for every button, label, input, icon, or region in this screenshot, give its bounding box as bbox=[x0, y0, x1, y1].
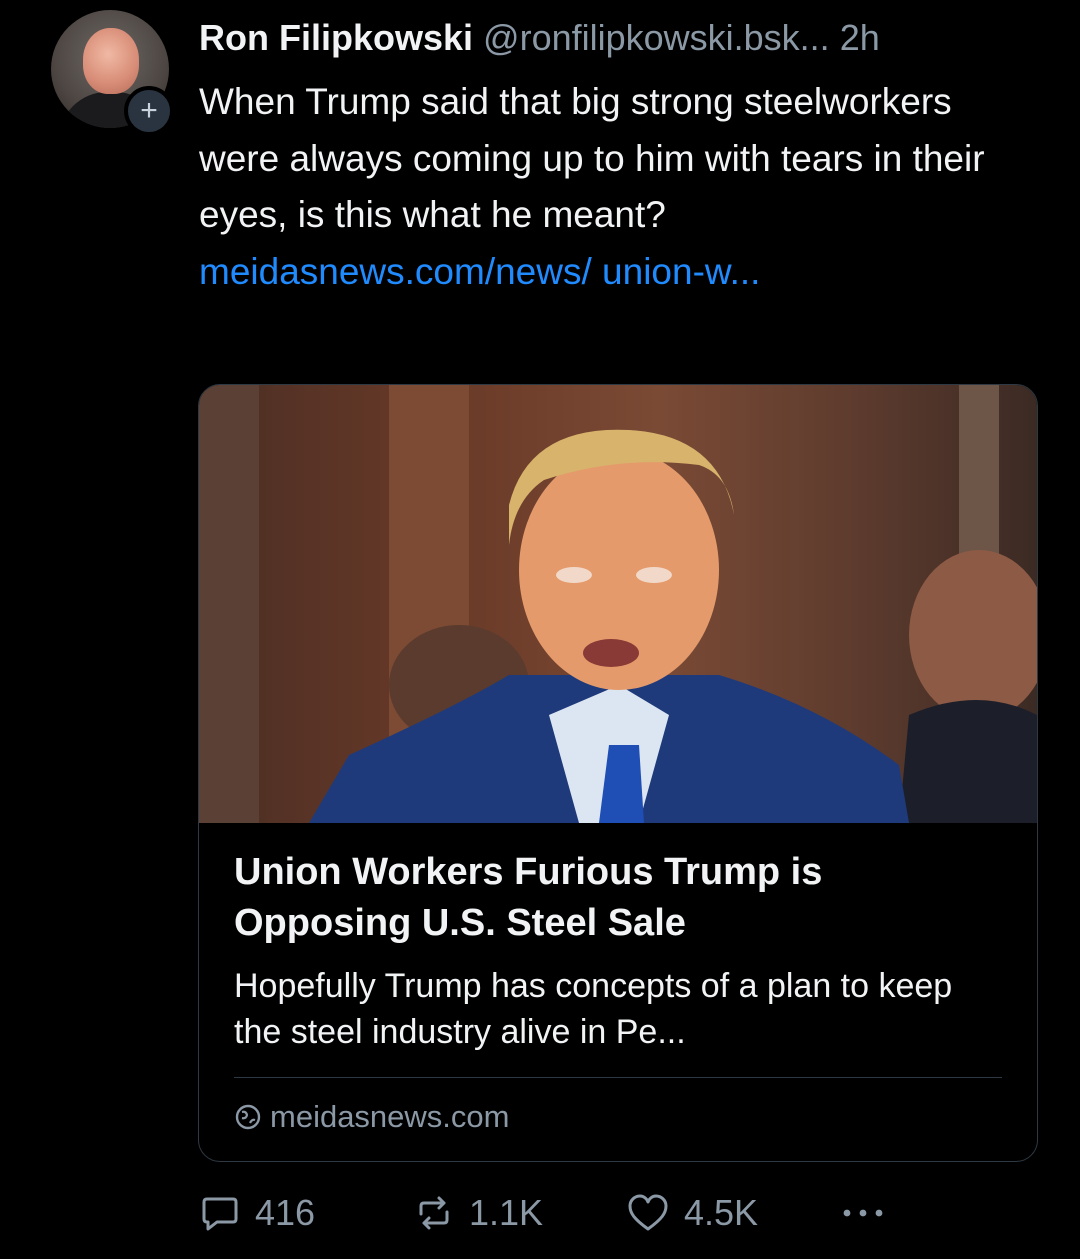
article-photo-illustration bbox=[199, 385, 1037, 823]
follow-button[interactable]: + bbox=[124, 86, 174, 136]
card-description: Hopefully Trump has concepts of a plan t… bbox=[234, 967, 953, 1051]
repost-icon bbox=[419, 1196, 449, 1230]
post-header: Ron Filipkowski @ronfilipkowski.bsk... 2… bbox=[199, 16, 1049, 60]
card-divider bbox=[234, 1077, 1002, 1078]
reply-button[interactable]: 416 bbox=[199, 1192, 315, 1234]
more-options-icon bbox=[843, 1209, 883, 1217]
plus-icon: + bbox=[140, 94, 158, 127]
like-count: 4.5K bbox=[684, 1192, 759, 1233]
author-display-name[interactable]: Ron Filipkowski bbox=[199, 17, 473, 58]
article-photo bbox=[199, 385, 1037, 823]
link-card[interactable]: Union Workers Furious Trump is Opposing … bbox=[198, 384, 1038, 1162]
card-title[interactable]: Union Workers Furious Trump is Opposing … bbox=[234, 847, 1004, 949]
card-domain-text: meidasnews.com bbox=[270, 1099, 510, 1134]
post-text: When Trump said that big strong steelwor… bbox=[199, 81, 985, 235]
post-link[interactable]: meidasnews.com/news/ union-w... bbox=[199, 251, 760, 292]
repost-button[interactable]: 1.1K bbox=[413, 1192, 543, 1234]
post-body: When Trump said that big strong steelwor… bbox=[199, 74, 1034, 300]
card-domain[interactable]: meidasnews.com bbox=[234, 1097, 509, 1137]
post-timestamp[interactable]: 2h bbox=[840, 17, 880, 58]
author-handle[interactable]: @ronfilipkowski.bsk... bbox=[483, 17, 830, 58]
post-actions: 416 1.1K 4.5K bbox=[199, 1192, 1039, 1240]
like-button[interactable]: 4.5K bbox=[626, 1192, 758, 1234]
repost-count: 1.1K bbox=[469, 1192, 544, 1233]
comment-icon bbox=[202, 1197, 238, 1231]
more-options-button[interactable] bbox=[839, 1192, 891, 1234]
globe-icon bbox=[235, 1104, 261, 1130]
heart-icon bbox=[628, 1194, 668, 1231]
avatar-face bbox=[83, 28, 139, 94]
reply-count: 416 bbox=[255, 1192, 316, 1233]
